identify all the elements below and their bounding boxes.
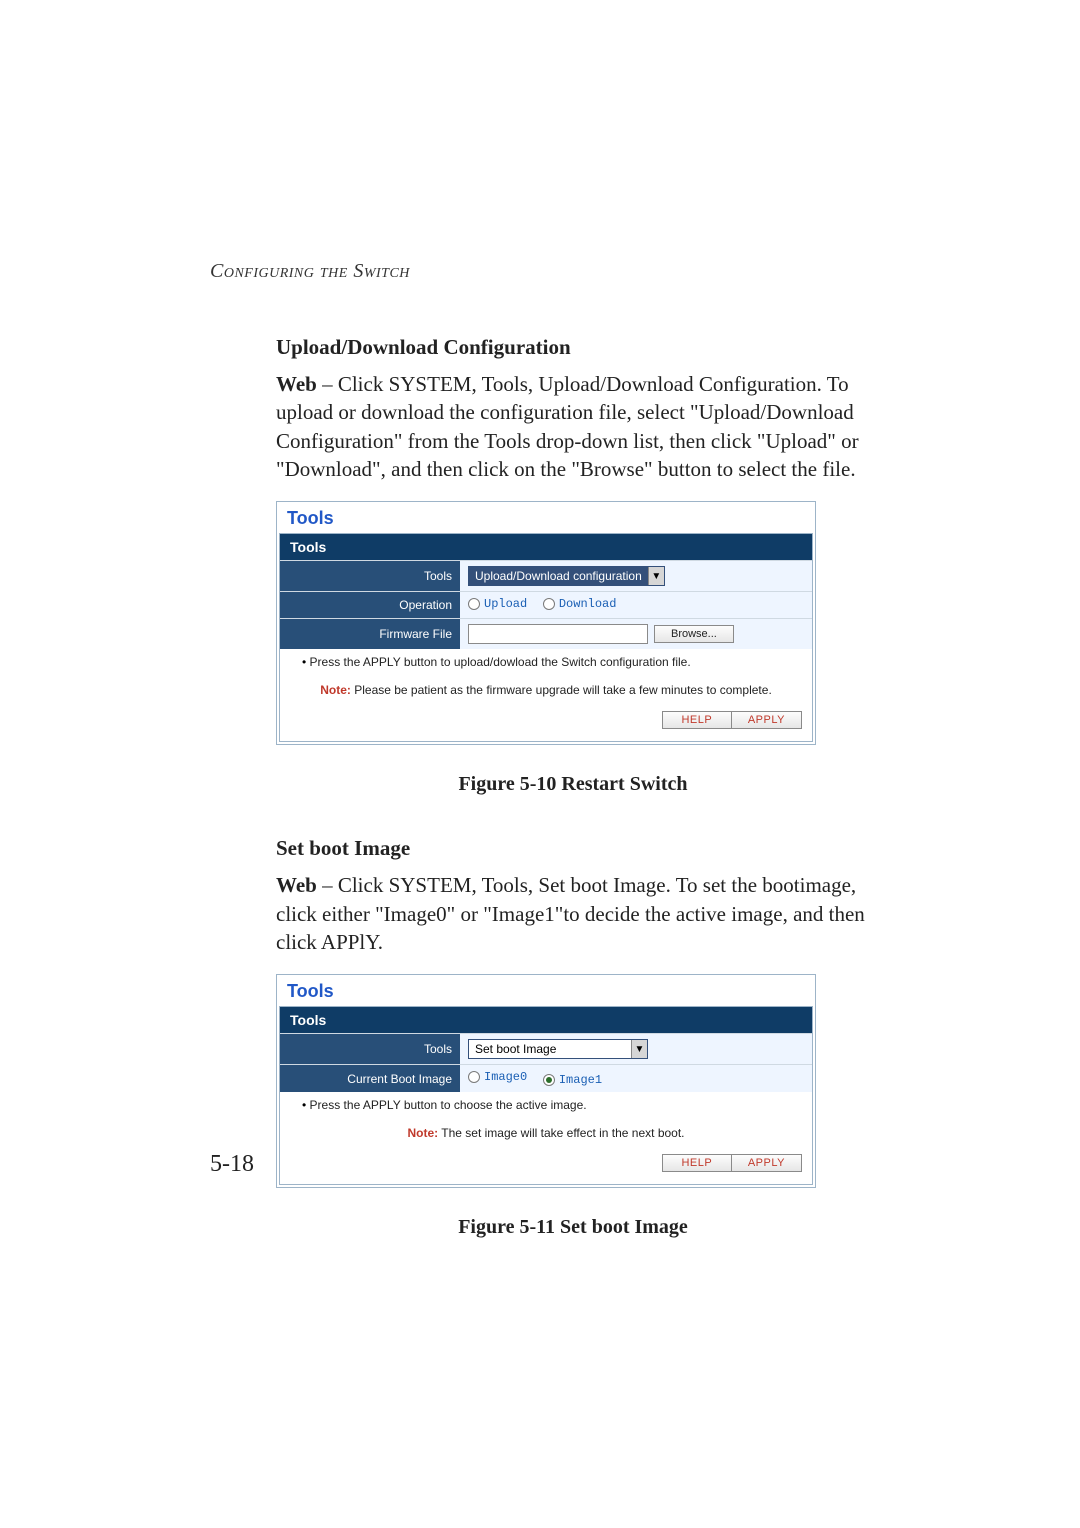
radio-icon (468, 598, 480, 610)
image1-radio-label: Image1 (559, 1073, 602, 1087)
section1-title: Upload/Download Configuration (276, 335, 870, 360)
upload-radio-label: Upload (484, 597, 527, 611)
radio-icon (468, 1071, 480, 1083)
boot-row-label: Current Boot Image (280, 1065, 460, 1093)
tools-select-value: Upload/Download configuration (469, 569, 648, 583)
help-button[interactable]: HELP (662, 1154, 732, 1172)
panel1-bullet: Press the APPLY button to upload/dowload… (280, 649, 812, 673)
page-number: 5-18 (210, 1151, 254, 1178)
panel2-note-text: The set image will take effect in the ne… (438, 1126, 684, 1140)
tools-row-label: Tools (280, 561, 460, 592)
apply-button[interactable]: APPLY (732, 1154, 802, 1172)
tools-panel-2-subhead: Tools (280, 1007, 812, 1033)
section2-title: Set boot Image (276, 836, 870, 861)
firmware-row-label: Firmware File (280, 619, 460, 650)
section2-body: – Click SYSTEM, Tools, Set boot Image. T… (276, 873, 865, 954)
firmware-file-input[interactable] (468, 624, 648, 644)
upload-radio[interactable]: Upload (468, 597, 527, 611)
tools-panel-2-title: Tools (277, 975, 815, 1006)
image1-radio[interactable]: Image1 (543, 1073, 602, 1087)
tools2-row-label: Tools (280, 1034, 460, 1065)
apply-button[interactable]: APPLY (732, 711, 802, 729)
radio-selected-icon (543, 1074, 555, 1086)
section2-lead: Web (276, 873, 317, 897)
radio-icon (543, 598, 555, 610)
operation-row-label: Operation (280, 592, 460, 619)
tools2-select-value: Set boot Image (469, 1042, 562, 1056)
tools-panel-2: Tools Tools Tools Set boot Image ▼ (276, 974, 816, 1188)
running-head: Configuring the Switch (210, 260, 870, 283)
chevron-down-icon[interactable]: ▼ (648, 567, 664, 585)
panel2-note: Note: The set image will take effect in … (280, 1116, 812, 1144)
chevron-down-icon[interactable]: ▼ (631, 1040, 647, 1058)
panel1-note-text: Please be patient as the firmware upgrad… (351, 683, 772, 697)
tools-panel-1-subhead: Tools (280, 534, 812, 560)
help-button[interactable]: HELP (662, 711, 732, 729)
panel2-bullet: Press the APPLY button to choose the act… (280, 1092, 812, 1116)
panel1-note: Note: Please be patient as the firmware … (280, 673, 812, 701)
browse-button[interactable]: Browse... (654, 625, 734, 643)
tools-panel-1-title: Tools (277, 502, 815, 533)
section1-paragraph: Web – Click SYSTEM, Tools, Upload/Downlo… (276, 370, 870, 483)
figure-5-10-caption: Figure 5-10 Restart Switch (276, 773, 870, 796)
image0-radio[interactable]: Image0 (468, 1070, 527, 1084)
tools2-select[interactable]: Set boot Image ▼ (468, 1039, 648, 1059)
download-radio-label: Download (559, 597, 617, 611)
download-radio[interactable]: Download (543, 597, 617, 611)
tools-select[interactable]: Upload/Download configuration ▼ (468, 566, 665, 586)
section1-lead: Web (276, 372, 317, 396)
panel2-note-label: Note: (407, 1126, 438, 1140)
image0-radio-label: Image0 (484, 1070, 527, 1084)
section1-body: – Click SYSTEM, Tools, Upload/Download C… (276, 372, 859, 481)
panel1-note-label: Note: (320, 683, 351, 697)
tools-panel-1: Tools Tools Tools Upload/Download config… (276, 501, 816, 745)
figure-5-11-caption: Figure 5-11 Set boot Image (276, 1216, 870, 1239)
section2-paragraph: Web – Click SYSTEM, Tools, Set boot Imag… (276, 871, 870, 956)
